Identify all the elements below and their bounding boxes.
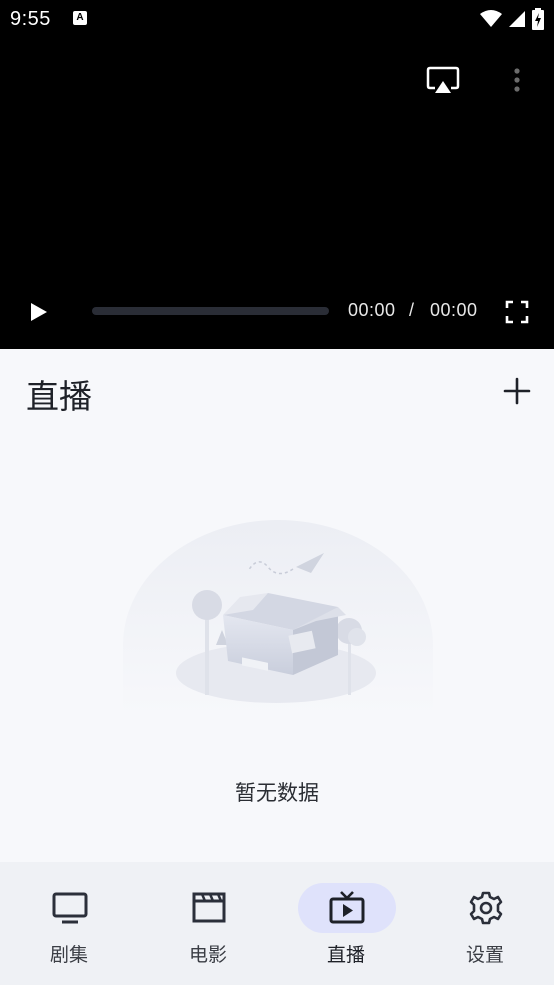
live-tv-icon — [329, 891, 365, 924]
page-title: 直播 — [26, 377, 92, 416]
gear-icon — [469, 891, 503, 925]
nav-label-live: 直播 — [326, 944, 365, 966]
more-options-icon[interactable] — [508, 66, 526, 96]
play-icon[interactable] — [26, 300, 50, 324]
bottom-navigation: 剧集 电影 直播 设置 — [0, 862, 554, 985]
player-controls: 00:00 / 00:00 — [0, 290, 554, 334]
signal-icon — [509, 11, 525, 27]
current-time: 00:00 — [348, 300, 396, 320]
battery-icon — [532, 8, 544, 30]
clapperboard-icon — [192, 892, 226, 923]
airplay-icon[interactable] — [426, 66, 460, 96]
tv-icon — [52, 892, 88, 924]
nav-item-series[interactable]: 剧集 — [0, 862, 138, 985]
add-icon[interactable] — [502, 376, 532, 406]
status-indicators — [480, 8, 544, 30]
notification-icon: A — [73, 11, 87, 25]
nav-item-live[interactable]: 直播 — [277, 862, 415, 985]
total-time: 00:00 — [430, 300, 478, 320]
empty-box-illustration — [123, 520, 433, 715]
video-player[interactable]: 9:55 A 00:00 / 00:00 — [0, 0, 554, 349]
fullscreen-icon[interactable] — [505, 300, 529, 324]
nav-item-movies[interactable]: 电影 — [139, 862, 277, 985]
nav-label-movies: 电影 — [188, 944, 227, 966]
status-time: 9:55 — [10, 8, 51, 30]
nav-label-settings: 设置 — [465, 944, 504, 966]
empty-state-text: 暂无数据 — [235, 781, 319, 805]
nav-item-settings[interactable]: 设置 — [416, 862, 554, 985]
time-separator: / — [409, 300, 415, 320]
progress-bar[interactable] — [92, 307, 329, 315]
status-bar: 9:55 A — [0, 0, 554, 40]
wifi-icon — [480, 10, 502, 27]
nav-label-series: 剧集 — [49, 944, 88, 966]
